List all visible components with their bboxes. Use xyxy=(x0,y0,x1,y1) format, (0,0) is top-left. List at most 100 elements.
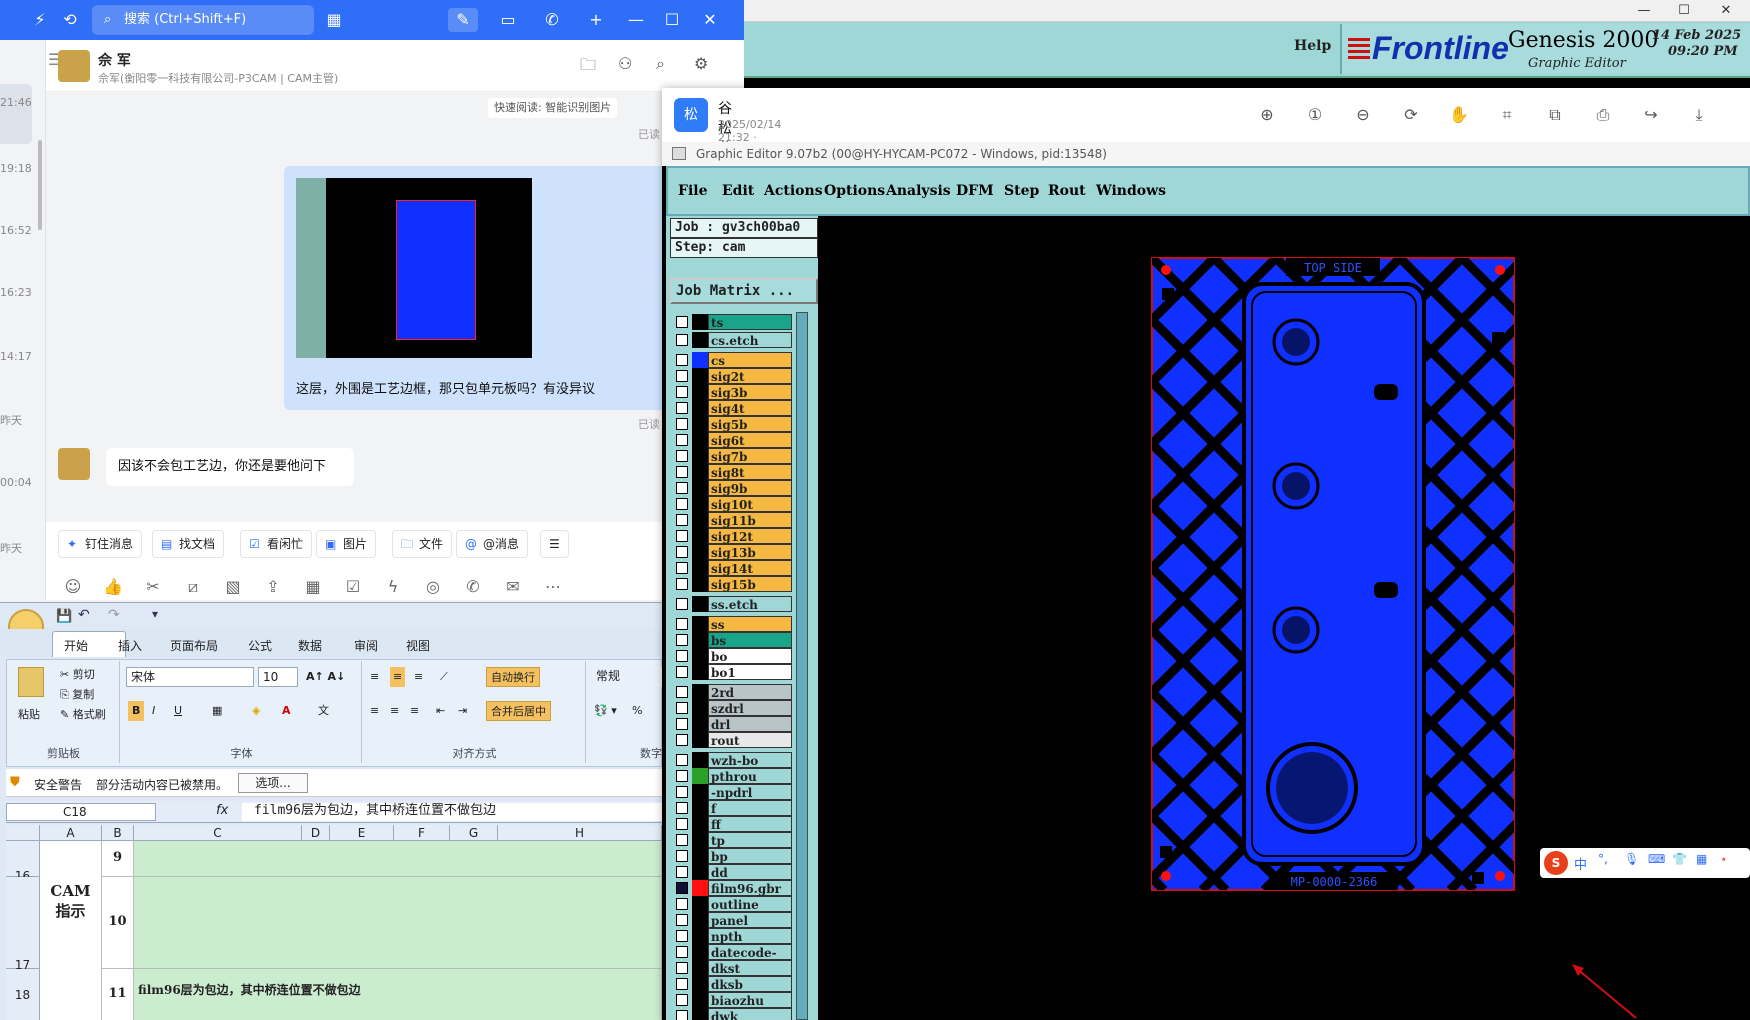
rotate-icon[interactable]: ⟳ xyxy=(1400,104,1422,126)
seq-cell[interactable]: 9 xyxy=(102,841,134,877)
copy-button[interactable]: ⎘ 复制 xyxy=(60,685,94,705)
fill-color-icon[interactable]: ◈ xyxy=(252,701,260,721)
save-icon[interactable]: 💾 xyxy=(56,609,72,624)
task-icon[interactable]: ▧ xyxy=(222,576,244,598)
layer-name[interactable]: sig11b xyxy=(708,512,792,528)
column-header[interactable]: A xyxy=(40,825,102,841)
layer-checkbox[interactable] xyxy=(676,354,688,366)
paste-icon[interactable] xyxy=(18,667,44,697)
layer-row--npdrl[interactable]: -npdrl xyxy=(670,784,792,800)
layer-row-sig4t[interactable]: sig4t xyxy=(670,400,792,416)
layer-row-panel[interactable]: panel xyxy=(670,912,792,928)
layer-row-biaozhu[interactable]: biaozhu xyxy=(670,992,792,1008)
content-cell[interactable] xyxy=(134,877,662,969)
menu-file[interactable]: File xyxy=(678,183,707,199)
layer-checkbox[interactable] xyxy=(676,402,688,414)
font-color-icon[interactable]: A xyxy=(282,701,291,721)
layer-checkbox[interactable] xyxy=(676,666,688,678)
layer-row-sig7b[interactable]: sig7b xyxy=(670,448,792,464)
layer-row-dksb[interactable]: dksb xyxy=(670,976,792,992)
redo-icon[interactable]: ↷ xyxy=(108,607,120,623)
layer-name[interactable]: wzh-bo xyxy=(708,752,792,768)
more-icon[interactable]: ⋯ xyxy=(542,576,564,598)
layer-name[interactable]: szdrl xyxy=(708,700,792,716)
layer-name[interactable]: dwk xyxy=(708,1008,792,1020)
layer-row-sig3b[interactable]: sig3b xyxy=(670,384,792,400)
ime-mode[interactable]: 中 xyxy=(1574,854,1587,873)
layer-name[interactable]: sig10t xyxy=(708,496,792,512)
layer-row-ff[interactable]: ff xyxy=(670,816,792,832)
layer-name[interactable]: cs.etch xyxy=(708,332,792,348)
contact-name[interactable]: 佘 军 xyxy=(98,50,131,70)
avatar[interactable] xyxy=(58,50,90,82)
layer-checkbox[interactable] xyxy=(676,962,688,974)
chip-pin[interactable]: ✦ 钉住消息 xyxy=(58,530,143,558)
layer-row-film96.gbr[interactable]: film96.gbr xyxy=(670,880,792,896)
layer-name[interactable]: npth xyxy=(708,928,792,944)
print-icon[interactable]: ⎙ xyxy=(1592,104,1614,126)
layer-row-ss.etch[interactable]: ss.etch xyxy=(670,596,792,612)
menu-analysis[interactable]: Analysis xyxy=(886,183,951,199)
layer-row-dkst[interactable]: dkst xyxy=(670,960,792,976)
layer-checkbox[interactable] xyxy=(676,466,688,478)
tab-formulas[interactable]: 公式 xyxy=(248,637,272,654)
zoom-out-icon[interactable]: ⊖ xyxy=(1352,104,1374,126)
phonetic-icon[interactable]: 文 xyxy=(318,701,329,721)
chip-busy[interactable]: ☑ 看闲忙 xyxy=(240,530,313,558)
cut-button[interactable]: ✂ 剪切 xyxy=(60,665,95,685)
punctuation-icon[interactable]: °, xyxy=(1598,852,1608,866)
layer-name[interactable]: rout xyxy=(708,732,792,748)
flash-icon[interactable]: ϟ xyxy=(382,576,404,598)
screen-icon[interactable]: ▭ xyxy=(496,8,520,32)
layer-name[interactable]: sig12t xyxy=(708,528,792,544)
number-format-select[interactable]: 常规 xyxy=(592,667,662,687)
align-bottom-icon[interactable]: ≡ xyxy=(414,667,423,687)
layer-name[interactable]: outline xyxy=(708,896,792,912)
zoom-in-icon[interactable]: ⊕ xyxy=(1256,104,1278,126)
layer-row-drl[interactable]: drl xyxy=(670,716,792,732)
layer-row-outline[interactable]: outline xyxy=(670,896,792,912)
actual-size-icon[interactable]: ① xyxy=(1304,104,1326,126)
layer-name[interactable]: biaozhu xyxy=(708,992,792,1008)
wrap-text-button[interactable]: 自动换行 xyxy=(486,667,540,687)
minimize-icon[interactable]: — xyxy=(624,8,648,32)
folder-icon[interactable]: 🗀 xyxy=(580,54,596,81)
call-icon[interactable]: ✆ xyxy=(462,576,484,598)
cam-label-cell[interactable]: CAM指示 xyxy=(40,841,102,1020)
layer-row-ss[interactable]: ss xyxy=(670,616,792,632)
history-icon[interactable]: ⟲ xyxy=(58,8,82,32)
layer-row-szdrl[interactable]: szdrl xyxy=(670,700,792,716)
layer-row-sig5b[interactable]: sig5b xyxy=(670,416,792,432)
layer-checkbox[interactable] xyxy=(676,418,688,430)
bolt-icon[interactable]: ⚡ xyxy=(28,8,52,32)
menu-step[interactable]: Step xyxy=(1004,183,1039,199)
layer-checkbox[interactable] xyxy=(676,786,688,798)
layer-name[interactable]: tp xyxy=(708,832,792,848)
upload-icon[interactable]: ⇪ xyxy=(262,576,284,598)
layer-checkbox[interactable] xyxy=(676,930,688,942)
red-packet-icon[interactable]: ◎ xyxy=(422,576,444,598)
close-icon[interactable]: ✕ xyxy=(1706,0,1746,22)
border-icon[interactable]: ▦ xyxy=(212,701,222,721)
sogou-icon[interactable]: S xyxy=(1544,851,1568,875)
menu-options[interactable]: Options xyxy=(824,183,885,199)
layer-checkbox[interactable] xyxy=(676,386,688,398)
menu-actions[interactable]: Actions xyxy=(764,183,823,199)
ime-extra-icon[interactable]: ⋆ xyxy=(1720,852,1728,866)
layer-name[interactable]: f xyxy=(708,800,792,816)
column-header[interactable]: B xyxy=(102,825,134,841)
crop-icon[interactable]: ⌗ xyxy=(1496,104,1518,126)
add-user-icon[interactable]: ⚇ xyxy=(618,54,632,73)
layer-name[interactable]: ts xyxy=(708,314,792,330)
c18-cell[interactable]: film96层为包边，其中桥连位置不做包边 xyxy=(134,969,662,1020)
chip-mention[interactable]: @ @消息 xyxy=(456,530,529,558)
layer-checkbox[interactable] xyxy=(676,802,688,814)
layer-row-sig9b[interactable]: sig9b xyxy=(670,480,792,496)
layer-checkbox[interactable] xyxy=(676,1010,688,1020)
underline-icon[interactable]: U xyxy=(174,701,182,721)
layer-row-f[interactable]: f xyxy=(670,800,792,816)
menu-dfm[interactable]: DFM xyxy=(956,183,994,199)
layer-checkbox[interactable] xyxy=(676,434,688,446)
mail-icon[interactable]: ✉ xyxy=(502,576,524,598)
layer-name[interactable]: film96.gbr xyxy=(708,880,792,896)
